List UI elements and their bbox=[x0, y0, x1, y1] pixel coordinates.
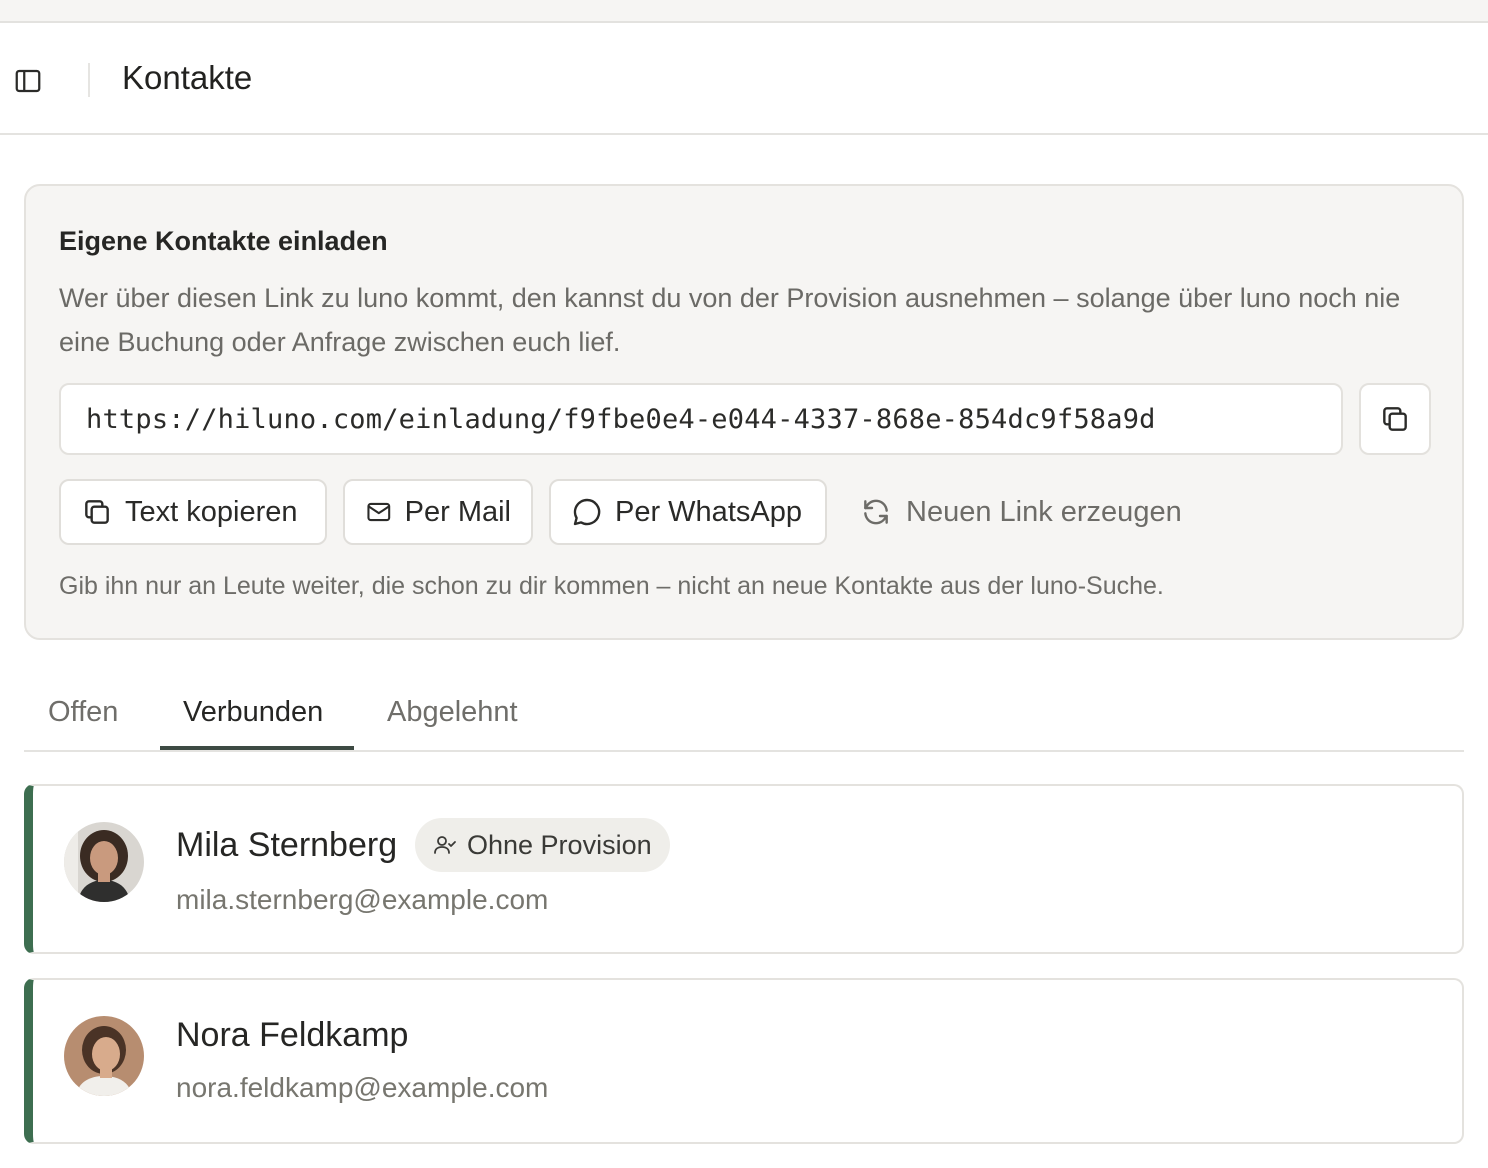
tab-verbunden[interactable]: Verbunden bbox=[183, 672, 323, 752]
send-mail-button[interactable]: Per Mail bbox=[343, 479, 533, 545]
copy-text-label: Text kopieren bbox=[125, 495, 298, 528]
invite-link-field[interactable]: https://hiluno.com/einladung/f9fbe0e4-e0… bbox=[59, 383, 1343, 455]
contact-name: Mila Sternberg bbox=[176, 826, 398, 864]
user-check-icon bbox=[434, 836, 456, 854]
send-mail-label: Per Mail bbox=[404, 495, 511, 528]
contact-email: mila.sternberg@example.com bbox=[176, 884, 549, 915]
chat-bubble-icon bbox=[573, 498, 601, 526]
sidebar-toggle-button[interactable] bbox=[10, 63, 46, 99]
invite-card: Eigene Kontakte einladen Wer über diesen… bbox=[24, 184, 1464, 640]
page-title: Kontakte bbox=[122, 59, 253, 96]
status-tabs: Offen Verbunden Abgelehnt bbox=[24, 672, 1464, 752]
copy-icon bbox=[1383, 407, 1407, 431]
sidebar-panel-icon bbox=[15, 69, 41, 93]
regenerate-link-button[interactable]: Neuen Link erzeugen bbox=[860, 479, 1182, 545]
status-badge: Ohne Provision bbox=[415, 818, 670, 872]
header-divider bbox=[88, 63, 90, 97]
copy-link-button[interactable] bbox=[1359, 383, 1431, 455]
invite-description: Wer über diesen Link zu luno kommt, den … bbox=[59, 283, 1401, 357]
contact-card[interactable]: Mila Sternberg Ohne Provision mila.stern… bbox=[24, 784, 1464, 954]
invite-title: Eigene Kontakte einladen bbox=[59, 226, 388, 256]
invite-hint: Gib ihn nur an Leute weiter, die schon z… bbox=[59, 572, 1164, 600]
send-whatsapp-label: Per WhatsApp bbox=[615, 495, 802, 528]
avatar bbox=[64, 1016, 144, 1096]
regenerate-link-label: Neuen Link erzeugen bbox=[906, 495, 1182, 528]
contact-name: Nora Feldkamp bbox=[176, 1016, 409, 1054]
contact-email: nora.feldkamp@example.com bbox=[176, 1072, 549, 1103]
contact-card[interactable]: Nora Feldkamp nora.feldkamp@example.com bbox=[24, 978, 1464, 1144]
page-header: Kontakte bbox=[0, 23, 1488, 135]
copy-text-button[interactable]: Text kopieren bbox=[59, 479, 327, 545]
active-tab-indicator bbox=[160, 746, 354, 750]
badge-label: Ohne Provision bbox=[467, 829, 652, 860]
mail-icon bbox=[367, 502, 391, 522]
tab-offen[interactable]: Offen bbox=[48, 672, 118, 752]
send-whatsapp-button[interactable]: Per WhatsApp bbox=[549, 479, 827, 545]
tab-abgelehnt[interactable]: Abgelehnt bbox=[387, 672, 518, 752]
copy-icon bbox=[85, 500, 109, 524]
refresh-icon bbox=[864, 499, 888, 525]
avatar bbox=[64, 822, 144, 902]
browser-top-strip bbox=[0, 0, 1488, 23]
